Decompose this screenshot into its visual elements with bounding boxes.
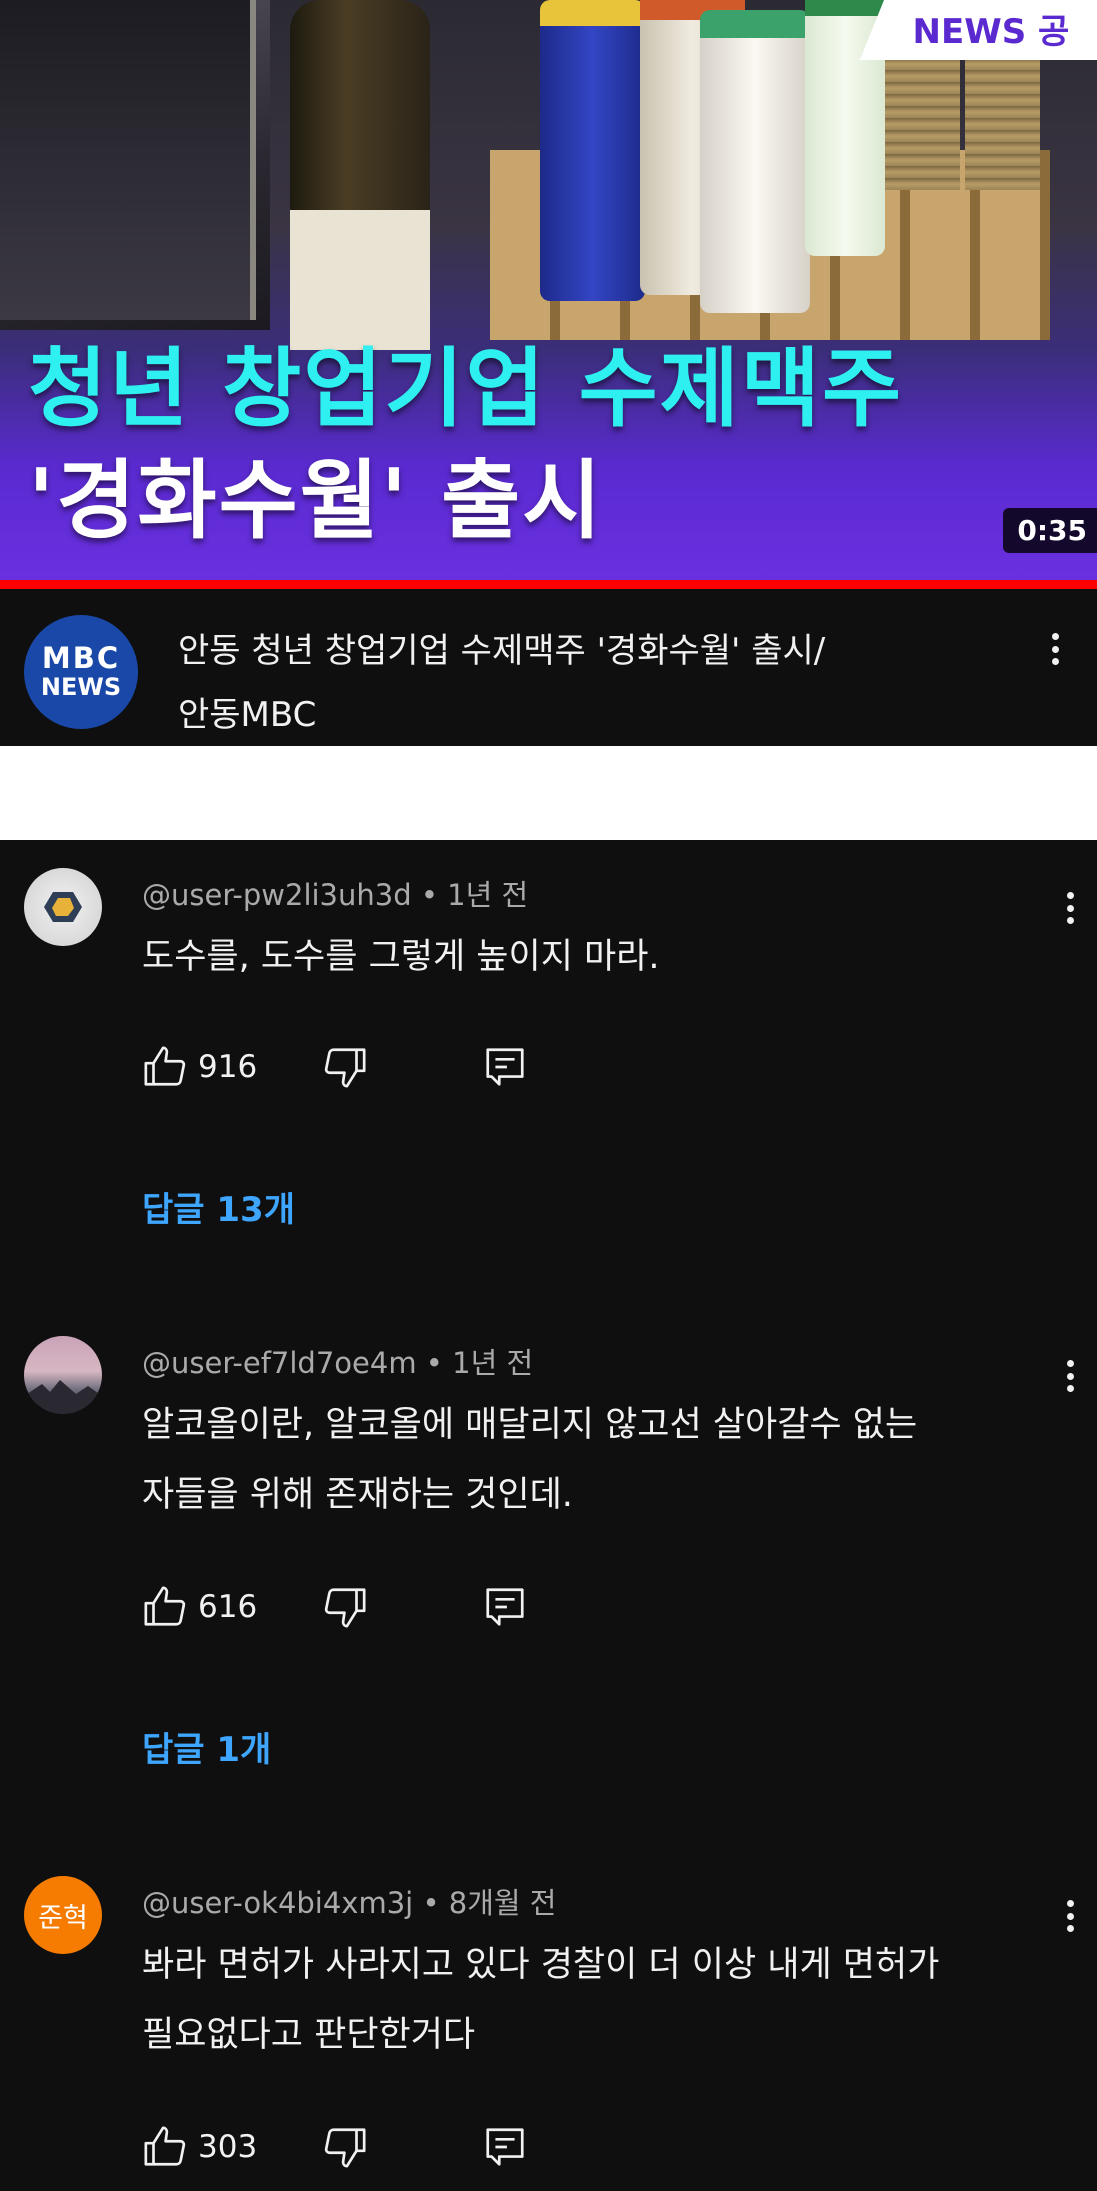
reply-button[interactable] [482, 2124, 528, 2174]
thumbs-down-icon [324, 1048, 366, 1088]
reply-icon [486, 1588, 524, 1626]
video-thumbnail[interactable]: NEWS 공 청년 창업기업 수제맥주 '경화수월' 출시 0:35 [0, 0, 1097, 584]
thumbs-down-icon [324, 1588, 366, 1628]
comments-section: @user-pw2li3uh3d • 1년 전 도수를, 도수를 그렇게 높이지… [0, 840, 1097, 2191]
separator-gap [0, 746, 1097, 840]
video-title-line: 안동MBC [178, 695, 317, 735]
reply-icon [486, 2128, 524, 2166]
thumbnail-headline: 청년 창업기업 수제맥주 [28, 339, 904, 439]
channel-logo-text: MBC [41, 641, 121, 675]
dislike-button[interactable] [322, 2124, 368, 2174]
comment-more-icon[interactable] [1055, 1354, 1085, 1398]
like-count: 616 [198, 1589, 258, 1625]
thumbnail-poster [0, 0, 256, 320]
like-button[interactable]: 616 [142, 1584, 257, 1630]
separator-dot: • [420, 878, 438, 912]
channel-logo-subtext: NEWS [40, 673, 122, 701]
thumbs-down-icon [324, 2128, 366, 2168]
view-replies-link[interactable]: 답글 13개 [142, 1182, 295, 1231]
thumbs-up-icon [144, 1586, 186, 1626]
dislike-button[interactable] [322, 1044, 368, 1094]
separator-dot: • [425, 1346, 443, 1380]
comment-author[interactable]: @user-pw2li3uh3d • 1년 전 [142, 872, 528, 914]
comment-text-line: 도수를, 도수를 그렇게 높이지 마라. [142, 937, 660, 977]
like-count: 303 [198, 2129, 258, 2165]
beer-can-lager [540, 0, 645, 301]
thumbnail-subheadline: '경화수월' 출시 [28, 451, 604, 551]
video-progress-bar[interactable] [0, 580, 1097, 589]
avatar-initials: 준혁 [38, 1902, 88, 1934]
separator-dot: • [422, 1886, 440, 1920]
comment-age: 1년 전 [452, 1346, 534, 1380]
reply-icon [486, 1048, 524, 1086]
comment-author-handle: @user-ef7ld7oe4m [142, 1346, 417, 1380]
comment-more-icon[interactable] [1055, 1894, 1085, 1938]
video-title-line: 안동 청년 창업기업 수제맥주 '경화수월' 출시/ [178, 631, 826, 671]
comment-text: 도수를, 도수를 그렇게 높이지 마라. [142, 922, 1022, 992]
comment-age: 1년 전 [447, 878, 529, 912]
video-title[interactable]: 안동 청년 창업기업 수제맥주 '경화수월' 출시/ 안동MBC [178, 619, 918, 747]
comment-text-line: 봐라 면허가 사라지고 있다 경찰이 더 이상 내게 면허가 [142, 1945, 940, 1985]
comment-author[interactable]: @user-ef7ld7oe4m • 1년 전 [142, 1340, 533, 1382]
comment-text-line: 필요없다고 판단한거다 [142, 2015, 476, 2055]
comment-text-line: 자들을 위해 존재하는 것인데. [142, 1475, 573, 1515]
comment-author-handle: @user-ok4bi4xm3j [142, 1886, 414, 1920]
video-more-icon[interactable] [1040, 627, 1070, 671]
hexagon-icon [44, 892, 82, 922]
like-count: 916 [198, 1049, 258, 1085]
reply-button[interactable] [482, 1044, 528, 1094]
comment-text-line: 알코올이란, 알코올에 매달리지 않고선 살아갈수 없는 [142, 1405, 918, 1445]
beer-can-odd-eye [700, 10, 810, 313]
comment-age: 8개월 전 [448, 1886, 557, 1920]
comment-actions: 616 [142, 1584, 642, 1644]
video-meta: MBC NEWS 안동 청년 창업기업 수제맥주 '경화수월' 출시/ 안동MB… [0, 589, 1097, 746]
comment-more-icon[interactable] [1055, 886, 1085, 930]
comment-avatar[interactable] [24, 1336, 102, 1414]
like-button[interactable]: 916 [142, 1044, 257, 1090]
comment-author-handle: @user-pw2li3uh3d [142, 878, 412, 912]
video-duration: 0:35 [1003, 508, 1097, 553]
landscape-icon [24, 1380, 102, 1414]
channel-avatar[interactable]: MBC NEWS [24, 615, 138, 729]
like-button[interactable]: 303 [142, 2124, 257, 2170]
comment-avatar[interactable] [24, 868, 102, 946]
comment-actions: 916 [142, 1044, 642, 1104]
news-badge: NEWS 공 [859, 0, 1097, 60]
reply-button[interactable] [482, 1584, 528, 1634]
comment-text: 알코올이란, 알코올에 매달리지 않고선 살아갈수 없는 자들을 위해 존재하는… [142, 1390, 1022, 1530]
comment-text: 봐라 면허가 사라지고 있다 경찰이 더 이상 내게 면허가 필요없다고 판단한… [142, 1930, 1022, 2070]
thumbs-up-icon [144, 2126, 186, 2166]
dislike-button[interactable] [322, 1584, 368, 1634]
comment-actions: 303 [142, 2124, 642, 2184]
thumbs-up-icon [144, 1046, 186, 1086]
comment-avatar[interactable]: 준혁 [24, 1876, 102, 1954]
view-replies-link[interactable]: 답글 1개 [142, 1722, 271, 1771]
comment-author[interactable]: @user-ok4bi4xm3j • 8개월 전 [142, 1880, 557, 1922]
